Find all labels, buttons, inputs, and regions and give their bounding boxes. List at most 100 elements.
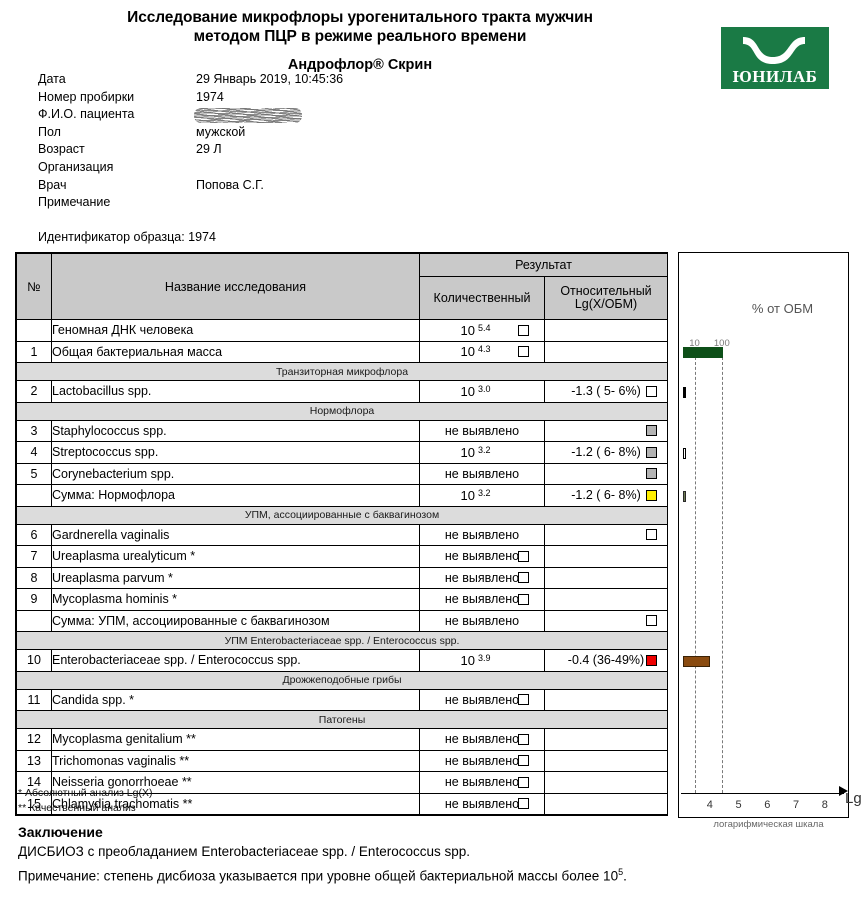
row-quantitative-value: не выявлено (419, 588, 545, 611)
row-number (16, 319, 52, 342)
table-header-row-1: № Название исследования Результат (16, 253, 669, 320)
row-relative-value: -1.2 ( 6- 8%) (543, 484, 669, 507)
table-row: Сумма: Нормофлора 10 3.2 -1.2 ( 6- 8%) (16, 484, 669, 507)
chart-plot-area: 10 100 (681, 338, 848, 793)
row-test-name: Геномная ДНК человека (51, 319, 420, 342)
not-detected-text: не выявлено (444, 423, 520, 438)
row-number: 8 (16, 566, 52, 589)
status-indicator-box (646, 654, 658, 666)
meta-value-age: 29 Л (196, 142, 222, 157)
chart-title: % от ОБМ (751, 301, 814, 316)
report-header: Исследование микрофлоры урогенитального … (0, 0, 864, 222)
unilab-logo: ЮНИЛАБ (721, 27, 829, 89)
footnote-absolute-analysis: * Абсолютный анализ Lg(X) (18, 787, 153, 799)
chart-bar (683, 386, 686, 398)
table-group-header-row: Нормофлора (15, 401, 669, 421)
not-detected-text: не выявлено (444, 592, 520, 607)
row-test-name: Streptococcus spp. (51, 441, 420, 464)
chart-bar (683, 490, 686, 502)
table-group-header-row: Транзиторная микрофлора (15, 362, 669, 381)
row-relative-value: -1.3 ( 5- 6%) (543, 380, 669, 403)
conclusion-note-period: . (623, 868, 627, 884)
row-relative-value: -1.2 ( 6- 8%) (543, 441, 669, 464)
row-quantitative-value: не выявлено (419, 771, 545, 794)
relative-value-text: -1.2 ( 6- 8%) (571, 445, 641, 460)
power-value: 10 3.2 (461, 488, 504, 503)
row-quantitative-value: не выявлено (419, 523, 545, 546)
row-relative-value (543, 771, 669, 794)
sample-identifier: Идентификатор образца: 1974 (38, 230, 216, 244)
status-indicator-box (518, 550, 529, 562)
footnotes-block: * Абсолютный анализ Lg(X) ** Качественны… (18, 786, 152, 815)
row-test-name: Trichomonas vaginalis ** (51, 749, 420, 772)
chart-bar (683, 655, 711, 667)
row-test-name: Сумма: Нормофлора (51, 484, 420, 507)
row-number (16, 484, 52, 507)
status-indicator-box (518, 798, 529, 810)
row-quantitative-value: 10 4.3 (419, 340, 545, 363)
meta-label-doctor: Врач (38, 177, 67, 192)
chart-tick-label: 4 (706, 799, 713, 811)
row-relative-value: -0.4 (36-49%) (543, 649, 669, 672)
column-header-relative: Относительный Lg(X/ОБМ) (543, 276, 669, 320)
meta-row-patient-name: Ф.И.О. пациента (0, 107, 700, 125)
row-test-name: Ureaplasma parvum * (51, 566, 420, 589)
row-quantitative-value: не выявлено (419, 728, 545, 751)
row-relative-value (543, 688, 669, 711)
row-test-name: Gardnerella vaginalis (51, 523, 420, 546)
table-row: 12 Mycoplasma genitalium ** не выявлено (16, 728, 669, 751)
not-detected-text: не выявлено (444, 732, 520, 747)
power-exponent: 4.3 (477, 344, 491, 355)
status-indicator-box (518, 776, 529, 788)
table-group-label: Дрожжеподобные грибы (15, 670, 669, 690)
chart-tick-label: 6 (764, 799, 771, 811)
table-row: Сумма: УПМ, ассоциированные с баквагиноз… (16, 609, 669, 632)
row-quantitative-value: 10 3.0 (419, 380, 545, 403)
power-exponent: 3.2 (477, 444, 491, 455)
status-indicator-box (518, 572, 529, 584)
results-table: № Название исследования Результат Количе… (15, 253, 669, 815)
lab-report-page: Исследование микрофлоры урогенитального … (0, 0, 864, 910)
not-detected-text: не выявлено (444, 466, 520, 481)
meta-label-organization: Организация (38, 159, 114, 174)
column-header-relative-line2: Lg(X/ОБМ) (574, 297, 638, 311)
row-relative-value (543, 566, 669, 589)
row-relative-value (543, 340, 669, 363)
row-test-name: Mycoplasma hominis * (51, 588, 420, 611)
row-quantitative-value: не выявлено (419, 749, 545, 772)
table-group-label: УПМ, ассоциированные с баквагинозом (15, 505, 669, 525)
power-value: 10 3.9 (461, 653, 504, 668)
power-value: 10 5.4 (461, 323, 504, 338)
column-header-number: № (16, 253, 52, 320)
row-relative-value (543, 728, 669, 751)
status-indicator-box (646, 468, 658, 480)
power-exponent: 5.4 (477, 322, 491, 333)
row-relative-value (543, 419, 669, 442)
row-number: 12 (16, 728, 52, 751)
table-group-header-row: УПМ Enterobacteriaceae spp. / Enterococc… (15, 631, 669, 650)
status-indicator-box (646, 425, 658, 437)
row-relative-value (543, 545, 669, 568)
status-indicator-box (518, 694, 529, 706)
power-base: 10 (460, 444, 475, 460)
report-subtitle: Андрофлор® Скрин (287, 57, 433, 73)
status-indicator-box (646, 529, 658, 541)
results-table-body: Геномная ДНК человека 10 5.4 1 Общая бактери… (15, 319, 669, 815)
meta-row-note: Примечание (0, 195, 700, 213)
power-base: 10 (460, 344, 475, 360)
relative-value-text: -0.4 (36-49%) (567, 653, 645, 668)
row-number: 2 (16, 380, 52, 403)
power-exponent: 3.0 (477, 383, 491, 394)
power-exponent: 3.2 (477, 487, 491, 498)
meta-label-note: Примечание (38, 195, 111, 210)
meta-value-sex: мужской (196, 124, 246, 139)
conclusion-note-text: Примечание: степень дисбиоза указывается… (18, 868, 619, 884)
table-group-label: УПМ Enterobacteriaceae spp. / Enterococc… (15, 631, 669, 650)
row-number: 5 (16, 462, 52, 485)
meta-label-patient-name: Ф.И.О. пациента (38, 107, 135, 122)
row-number: 9 (16, 588, 52, 611)
table-row: 13 Trichomonas vaginalis ** не выявлено (16, 749, 669, 772)
table-row: Геномная ДНК человека 10 5.4 (16, 319, 669, 342)
row-relative-value (543, 609, 669, 632)
conclusion-block: Заключение ДИСБИОЗ с преобладанием Enter… (18, 824, 848, 887)
